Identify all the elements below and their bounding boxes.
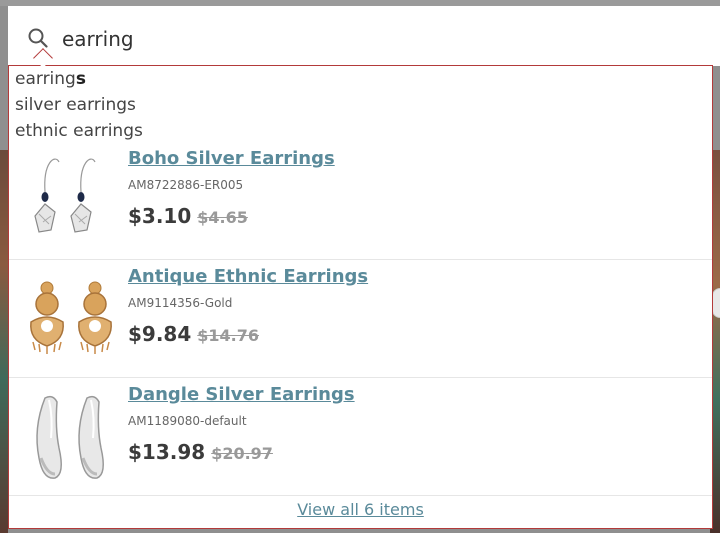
product-result[interactable]: Boho Silver Earrings AM8722886-ER005 $3.… bbox=[9, 142, 712, 260]
product-old-price: $14.76 bbox=[197, 326, 260, 345]
product-old-price: $20.97 bbox=[211, 444, 273, 463]
suggestion-list: earrings silver earrings ethnic earrings bbox=[15, 68, 143, 146]
suggestion-item[interactable]: earrings bbox=[15, 68, 143, 94]
product-sku: AM1189080-default bbox=[128, 414, 247, 428]
background-banner-left bbox=[0, 150, 8, 533]
carousel-next-button[interactable] bbox=[712, 288, 720, 318]
product-name-link[interactable]: Antique Ethnic Earrings bbox=[128, 266, 368, 287]
product-price: $13.98 $20.97 bbox=[128, 440, 273, 464]
suggestion-item[interactable]: silver earrings bbox=[15, 94, 143, 120]
search-bar[interactable]: earring bbox=[8, 6, 720, 66]
search-input[interactable]: earring bbox=[62, 27, 134, 51]
search-autocomplete-dropdown: earrings silver earrings ethnic earrings… bbox=[8, 65, 713, 529]
product-sku: AM8722886-ER005 bbox=[128, 178, 244, 192]
product-thumbnail[interactable] bbox=[25, 152, 117, 248]
view-all-link[interactable]: View all 6 items bbox=[9, 500, 712, 519]
product-sku: AM9114356-Gold bbox=[128, 296, 233, 310]
product-price: $9.84 $14.76 bbox=[128, 322, 260, 346]
product-thumbnail[interactable] bbox=[25, 270, 117, 366]
product-name-link[interactable]: Boho Silver Earrings bbox=[128, 148, 335, 169]
product-old-price: $4.65 bbox=[197, 208, 248, 227]
product-thumbnail[interactable] bbox=[25, 388, 117, 484]
search-icon[interactable] bbox=[28, 28, 48, 48]
product-name-link[interactable]: Dangle Silver Earrings bbox=[128, 384, 355, 405]
product-result[interactable]: Antique Ethnic Earrings AM9114356-Gold $… bbox=[9, 260, 712, 378]
product-price: $3.10 $4.65 bbox=[128, 204, 248, 228]
product-result[interactable]: Dangle Silver Earrings AM1189080-default… bbox=[9, 378, 712, 496]
